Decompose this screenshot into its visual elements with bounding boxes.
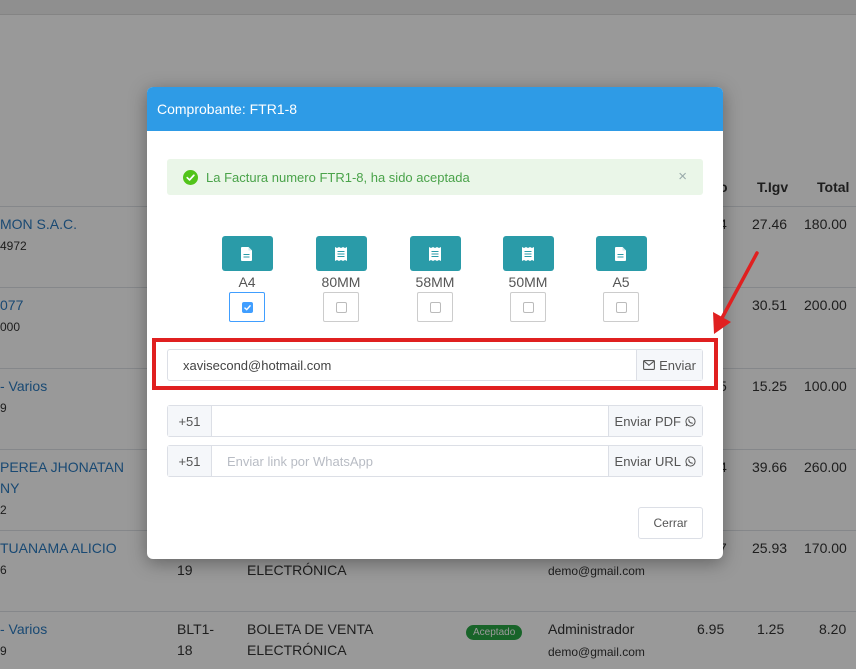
receipt-icon	[522, 246, 534, 261]
send-url-label: Enviar URL	[614, 453, 681, 469]
whatsapp-pdf-row: +51 Enviar PDF	[167, 405, 703, 437]
envelope-icon	[643, 360, 656, 370]
format-label: A5	[612, 274, 630, 290]
comprobante-modal: Comprobante: FTR1-8 La Factura numero FT…	[147, 87, 723, 559]
email-input[interactable]	[168, 350, 637, 380]
format-50mm: 50MM	[498, 236, 558, 322]
print-58mm-button[interactable]	[409, 236, 461, 271]
document-icon	[241, 246, 252, 261]
close-button[interactable]: Cerrar	[638, 507, 703, 539]
send-url-button[interactable]: Enviar URL	[607, 446, 702, 476]
send-email-label: Enviar	[659, 357, 696, 373]
print-a4-button[interactable]	[221, 236, 273, 271]
print-a5-button[interactable]	[595, 236, 647, 271]
format-checkbox[interactable]	[229, 292, 265, 322]
whatsapp-pdf-input[interactable]	[212, 406, 608, 436]
format-label: 58MM	[415, 274, 455, 290]
modal-header: Comprobante: FTR1-8	[147, 87, 723, 131]
send-pdf-label: Enviar PDF	[614, 413, 681, 429]
phone-prefix: +51	[168, 406, 212, 436]
format-checkbox[interactable]	[323, 292, 359, 322]
format-checkbox[interactable]	[510, 292, 546, 322]
checked-icon	[241, 301, 253, 313]
modal-title: Comprobante: FTR1-8	[157, 101, 298, 117]
check-circle-icon	[183, 169, 198, 185]
send-email-button[interactable]: Enviar	[636, 350, 702, 380]
print-80mm-button[interactable]	[315, 236, 367, 271]
format-a4: A4	[217, 236, 277, 322]
format-58mm: 58MM	[405, 236, 465, 322]
whatsapp-icon	[685, 455, 696, 467]
phone-prefix: +51	[168, 446, 212, 476]
send-pdf-button[interactable]: Enviar PDF	[607, 406, 702, 436]
close-icon[interactable]: ×	[678, 168, 687, 185]
format-checkbox[interactable]	[417, 292, 453, 322]
success-alert: La Factura numero FTR1-8, ha sido acepta…	[167, 159, 703, 195]
format-label: A4	[238, 274, 256, 290]
receipt-icon	[429, 246, 441, 261]
whatsapp-url-row: +51 Enviar URL	[167, 445, 703, 477]
format-80mm: 80MM	[311, 236, 371, 322]
format-label: 80MM	[321, 274, 361, 290]
receipt-icon	[335, 246, 347, 261]
format-a5: A5	[591, 236, 651, 322]
format-label: 50MM	[508, 274, 548, 290]
document-icon	[615, 246, 626, 261]
whatsapp-icon	[685, 415, 696, 427]
whatsapp-url-input[interactable]	[212, 446, 608, 476]
print-50mm-button[interactable]	[502, 236, 554, 271]
email-row: Enviar	[167, 349, 703, 381]
format-checkbox[interactable]	[603, 292, 639, 322]
alert-message: La Factura numero FTR1-8, ha sido acepta…	[206, 169, 470, 185]
